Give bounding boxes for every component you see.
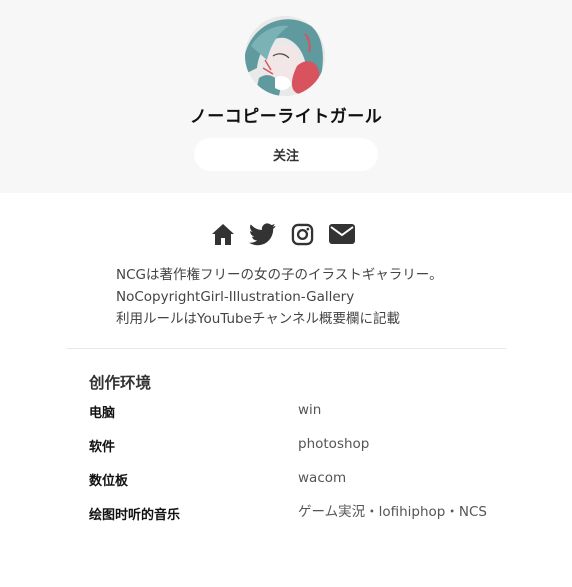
bio-line: 利用ルールはYouTubeチャンネル概要欄に記載	[116, 311, 400, 327]
spec-label-music: 绘图时听的音乐	[89, 508, 181, 523]
home-link[interactable]	[210, 221, 235, 247]
profile-bio: NCGは著作権フリーの女の子のイラストギャラリー。 NoCopyrightGir…	[116, 264, 516, 330]
spec-value-computer: win	[298, 402, 322, 418]
profile-name: ノーコピーライトガール	[189, 107, 383, 127]
follow-button[interactable]: 关注	[194, 138, 378, 171]
twitter-link[interactable]	[248, 221, 276, 247]
bio-line: NCGは著作権フリーの女の子のイラストギャラリー。	[116, 267, 443, 283]
spec-value-tablet: wacom	[298, 470, 347, 486]
bio-line: NoCopyrightGirl-Illustration-Gallery	[116, 289, 355, 305]
section-divider	[66, 348, 506, 349]
spec-label-tablet: 数位板	[89, 474, 129, 489]
instagram-icon	[291, 223, 313, 245]
spec-label-computer: 电脑	[89, 406, 116, 421]
spec-value-music: ゲーム実況・lofihiphop・NCS	[298, 504, 487, 520]
spec-label-software: 软件	[89, 440, 116, 455]
spec-value-software: photoshop	[298, 436, 370, 452]
twitter-icon	[248, 222, 276, 245]
home-icon	[211, 224, 234, 245]
avatar-illustration	[245, 16, 325, 96]
environment-title: 创作环境	[89, 374, 152, 392]
mail-icon	[329, 224, 355, 244]
instagram-link[interactable]	[290, 221, 314, 247]
profile-avatar[interactable]	[245, 16, 325, 96]
mail-link[interactable]	[329, 221, 355, 247]
